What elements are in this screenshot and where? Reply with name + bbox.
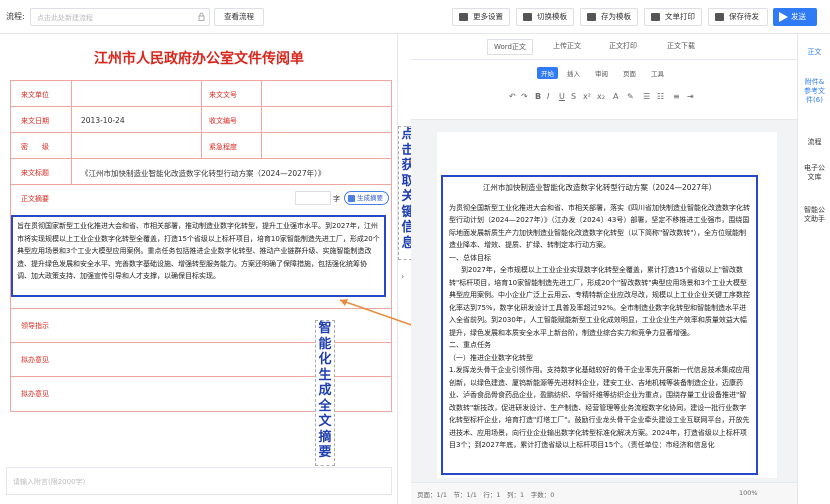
print-button[interactable]: 文单打印 <box>644 8 702 26</box>
document-text[interactable]: 江州市加快制造业智能化改造数字化转型行动方案（2024—2027年） 为贯彻全国… <box>441 175 758 475</box>
leader-label: 领导指示 <box>21 322 49 330</box>
settings-icon <box>459 13 468 21</box>
list-icon[interactable]: ☰ <box>643 92 650 101</box>
date-label: 来文日期 <box>21 117 49 125</box>
tab-tools[interactable]: 工具 <box>651 68 664 78</box>
flow-placeholder: 点击此处新建流程 <box>37 14 93 22</box>
font-color-icon[interactable]: A <box>613 92 618 101</box>
form-row: 来文日期 2013-10-24 收文编号 <box>11 107 391 133</box>
print-label: 文单打印 <box>665 12 695 21</box>
subscript-icon[interactable]: x₂ <box>597 92 605 101</box>
doc-print-button[interactable]: 正文打印 <box>609 41 637 51</box>
top-toolbar: 流程: 点击此处新建流程 查看流程 更多设置 切换模板 存为模板 文单打印 保存… <box>0 0 830 34</box>
form-title: 江州市人民政府办公室文件传阅单 <box>94 51 304 67</box>
doc-paragraph: 到2027年，全市规模以上工业企业实现数字化转型全覆盖，累计打造15个省级以上"… <box>449 266 750 337</box>
subject-value[interactable]: 《江州市加快制造业智能化改造数字化转型行动方案（2024—2027年）》 <box>81 168 325 179</box>
word-format-select[interactable]: Word正文 <box>487 39 533 55</box>
doc-title: 江州市加快制造业智能化改造数字化转型行动方案（2024—2027年） <box>482 183 717 192</box>
summary-text[interactable]: 旨在贯彻国家新型工业化推进大会和省、市相关部署，推动制造业数字化转型，提升工业强… <box>11 215 386 297</box>
urgent-label: 紧急程度 <box>209 143 237 151</box>
doc-heading: （一）推进企业数字化转型 <box>449 353 533 362</box>
comment-input[interactable]: 请输入附言(限2000字) <box>6 467 392 495</box>
tab-start[interactable]: 开始 <box>537 67 558 79</box>
strike-icon[interactable]: S <box>571 92 576 101</box>
italic-icon[interactable]: I <box>547 92 549 101</box>
sidebar-item-assistant[interactable]: 智能公文助手 <box>798 206 830 224</box>
docno-label: 来文文号 <box>209 91 237 99</box>
doc-paragraph: 为贯彻全国新型工业化推进大会和省、市相关部署，落实《四川省加快制造业智能化改造数… <box>449 203 750 250</box>
form-row: 密 级 紧急程度 <box>11 133 391 159</box>
right-sidebar: 正文 附件&参考文件(6) 流程 电子公文库 智能公文助手 <box>797 34 830 504</box>
summary-label: 正文摘要 <box>21 195 49 203</box>
collapse-arrow-icon[interactable]: › <box>401 272 411 288</box>
sidebar-item-flow[interactable]: 流程 <box>798 138 830 147</box>
doc-heading: 一、总体目标 <box>449 253 491 262</box>
send-label: 发送 <box>791 12 806 21</box>
tab-review[interactable]: 审阅 <box>595 68 608 78</box>
more-settings-label: 更多设置 <box>473 12 503 21</box>
form-row: 来文标题 《江州市加快制造业智能化改造数字化转型行动方案（2024—2027年）… <box>11 159 391 185</box>
secret-label: 密 级 <box>21 143 49 151</box>
opinion-label: 拟办意见 <box>21 356 49 364</box>
sidebar-item-body[interactable]: 正文 <box>798 48 830 57</box>
sidebar-item-library[interactable]: 电子公文库 <box>798 164 830 182</box>
save-template-button[interactable]: 存为模板 <box>580 8 638 26</box>
bold-icon[interactable]: B <box>535 92 541 101</box>
form-row: 来文单位 来文文号 <box>11 81 391 107</box>
tab-insert[interactable]: 插入 <box>567 68 580 78</box>
redo-icon[interactable]: ↷ <box>521 92 528 101</box>
format-toolbar: ↶ ↷ B I U S x² x₂ A ✎ ☰ ☷ ≡ ⇥ <box>411 88 797 108</box>
superscript-icon[interactable]: x² <box>583 92 591 101</box>
date-value[interactable]: 2013-10-24 <box>81 116 125 125</box>
doc-paragraph: 1.发挥龙头骨干企业引领作用。支持数字化基础较好的骨干企业率先开展新一代信息技术… <box>449 366 750 449</box>
send-icon <box>779 12 788 22</box>
word-count-input[interactable] <box>295 191 331 205</box>
zoom-level[interactable]: 100% <box>739 489 758 497</box>
smart-summary-annotation: 智能化生成全文摘要 <box>315 320 335 466</box>
save-icon <box>715 13 724 21</box>
switch-template-button[interactable]: 切换模板 <box>516 8 574 26</box>
switch-icon <box>523 13 532 21</box>
unit-label: 来文单位 <box>21 91 49 99</box>
send-button[interactable]: 发送 <box>773 8 817 26</box>
highlight-icon[interactable]: ✎ <box>627 92 634 101</box>
save-icon <box>587 13 596 21</box>
undo-icon[interactable]: ↶ <box>509 92 516 101</box>
underline-icon[interactable]: U <box>559 92 565 101</box>
printer-icon <box>651 13 660 21</box>
view-flow-button[interactable]: 查看流程 <box>214 8 264 26</box>
ribbon: 开始 插入 审阅 页面 工具 ↶ ↷ B I U S x² x₂ A ✎ ☰ ☷… <box>411 60 797 120</box>
more-settings-button[interactable]: 更多设置 <box>452 8 510 26</box>
word-unit: 字 <box>333 195 340 203</box>
save-template-label: 存为模板 <box>601 12 631 21</box>
numbered-list-icon[interactable]: ☷ <box>657 92 664 101</box>
opinion-label: 拟办意见 <box>21 390 49 398</box>
save-send-button[interactable]: 保存待发 <box>708 8 768 26</box>
flow-input[interactable]: 点击此处新建流程 <box>30 8 210 26</box>
doc-toolbar: Word正文 上传正文 正文打印 正文下载 <box>411 34 797 60</box>
switch-template-label: 切换模板 <box>537 12 567 21</box>
lock-icon <box>198 12 205 21</box>
tab-page[interactable]: 页面 <box>623 68 636 78</box>
status-bar: 页面：1/1 节：1/1 行：1 列：1 字数：0 100% <box>411 482 797 504</box>
circulation-form-panel: 江州市人民政府办公室文件传阅单 来文单位 来文文号 来文日期 2013-10-2… <box>0 34 398 504</box>
recv-label: 收文编号 <box>209 117 237 125</box>
sidebar-item-attachments[interactable]: 附件&参考文件(6) <box>798 78 830 105</box>
flow-label: 流程: <box>6 12 25 21</box>
save-send-label: 保存待发 <box>729 12 759 21</box>
download-button[interactable]: 正文下载 <box>667 41 695 51</box>
doc-heading: 二、重点任务 <box>449 341 491 349</box>
indent-icon[interactable]: ⇥ <box>687 92 694 101</box>
status-text: 页面：1/1 节：1/1 行：1 列：1 字数：0 <box>417 491 555 499</box>
align-icon[interactable]: ≡ <box>673 92 680 101</box>
subject-label: 来文标题 <box>21 169 49 177</box>
edit-icon <box>348 195 355 202</box>
upload-button[interactable]: 上传正文 <box>553 41 581 51</box>
